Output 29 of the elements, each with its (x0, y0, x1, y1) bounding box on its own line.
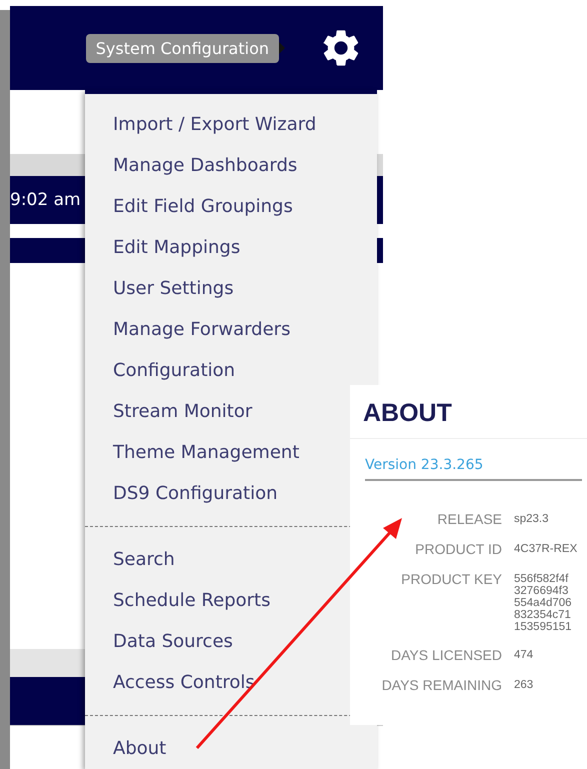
menu-item[interactable]: Import / Export Wizard (85, 104, 316, 145)
field-label: DAYS LICENSED (390, 647, 502, 664)
menu-item[interactable]: Manage Dashboards (85, 145, 298, 186)
menu-item[interactable]: Access Controls (85, 662, 255, 703)
menu-item[interactable]: Schedule Reports (85, 580, 270, 621)
menu-item[interactable]: Data Sources (85, 621, 233, 662)
menu-item[interactable]: DS9 Configuration (85, 473, 278, 514)
menu-item[interactable]: Edit Mappings (85, 227, 240, 268)
menu-item[interactable]: Search (85, 539, 175, 580)
about-title: ABOUT (350, 385, 587, 439)
field-value: sp23.3 (514, 512, 550, 527)
field-value: 556f582f4f 3276694f3 554a4d706 832354c71 153595151 (514, 572, 573, 634)
menu-item[interactable]: Manage Forwarders (85, 309, 290, 350)
menu-item[interactable]: About (85, 728, 166, 769)
menu-item[interactable]: Theme Management (85, 432, 300, 473)
tooltip-pointer (279, 42, 285, 54)
field-label: PRODUCT KEY (400, 571, 502, 589)
menu-item[interactable]: Configuration (85, 350, 236, 391)
time-label: 9:02 am (10, 190, 81, 210)
menu-item[interactable]: Edit Field Groupings (85, 186, 293, 227)
tooltip: System Configuration (86, 34, 279, 62)
field-label: PRODUCT ID (414, 541, 502, 557)
menu-item[interactable]: Stream Monitor (85, 391, 252, 432)
menu-item[interactable]: User Settings (85, 268, 234, 309)
field-value: 263 (514, 678, 534, 694)
field-label: DAYS REMAINING (380, 677, 502, 694)
field-value: 474 (514, 648, 534, 664)
field-value: 4C37R-REX (514, 542, 578, 557)
field-label: RELEASE (436, 511, 502, 527)
